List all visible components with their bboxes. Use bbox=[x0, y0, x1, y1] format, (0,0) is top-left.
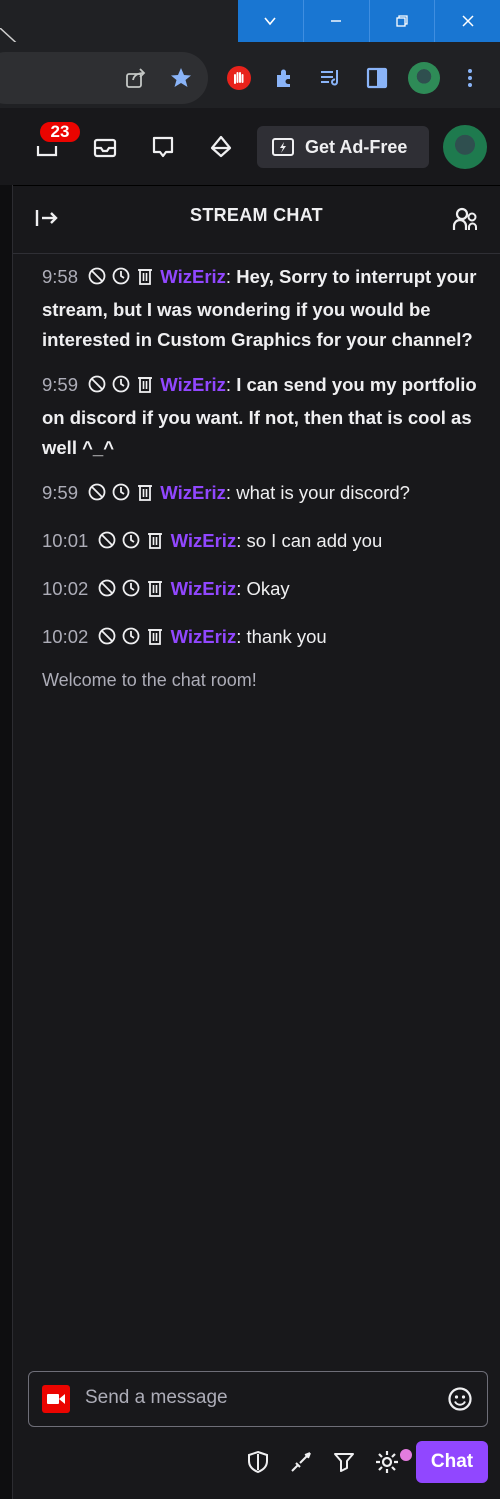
settings-notification-dot bbox=[398, 1447, 414, 1463]
timeout-icon[interactable] bbox=[121, 577, 141, 607]
menu-icon[interactable] bbox=[456, 64, 484, 92]
notification-badge: 23 bbox=[38, 120, 82, 144]
community-icon[interactable] bbox=[452, 205, 480, 238]
message-timestamp: 10:01 bbox=[42, 530, 89, 551]
timeout-icon[interactable] bbox=[111, 265, 131, 295]
message-text: Okay bbox=[246, 578, 290, 599]
ban-icon[interactable] bbox=[97, 529, 117, 559]
share-icon[interactable] bbox=[122, 64, 150, 92]
message-timestamp: 10:02 bbox=[42, 578, 89, 599]
ban-icon[interactable] bbox=[87, 373, 107, 403]
message-timestamp: 9:58 bbox=[42, 266, 79, 287]
timeout-icon[interactable] bbox=[111, 373, 131, 403]
message-username[interactable]: WizEriz bbox=[171, 578, 237, 599]
chat-send-button[interactable]: Chat bbox=[416, 1441, 488, 1483]
get-ad-free-label: Get Ad-Free bbox=[305, 136, 408, 157]
video-area-edge bbox=[0, 185, 12, 1499]
ban-icon[interactable] bbox=[97, 577, 117, 607]
timeout-icon[interactable] bbox=[121, 625, 141, 655]
message-text: Hey, Sorry to interrupt your stream, but… bbox=[42, 266, 477, 350]
settings-icon[interactable] bbox=[373, 1448, 401, 1476]
timeout-icon[interactable] bbox=[121, 529, 141, 559]
chat-message: 9:59 WizEriz: what is your discord? bbox=[42, 478, 482, 511]
star-icon[interactable] bbox=[167, 64, 195, 92]
message-timestamp: 9:59 bbox=[42, 374, 79, 395]
message-separator: : bbox=[236, 626, 247, 647]
close-icon[interactable] bbox=[434, 0, 500, 42]
message-username[interactable]: WizEriz bbox=[171, 530, 237, 551]
chat-message: 9:59 WizEriz: I can send you my portfoli… bbox=[42, 370, 482, 463]
media-queue-icon[interactable] bbox=[316, 64, 344, 92]
message-separator: : bbox=[225, 374, 237, 395]
chat-input-placeholder: Send a message bbox=[85, 1387, 228, 1408]
message-timestamp: 10:02 bbox=[42, 626, 89, 647]
prediction-icon[interactable] bbox=[330, 1448, 358, 1476]
ban-icon[interactable] bbox=[87, 265, 107, 295]
message-timestamp: 9:59 bbox=[42, 482, 79, 503]
message-text: thank you bbox=[246, 626, 327, 647]
delete-icon[interactable] bbox=[135, 265, 155, 295]
divider bbox=[12, 185, 13, 1499]
chat-message: 10:02 WizEriz: Okay bbox=[42, 574, 482, 607]
sidepanel-icon[interactable] bbox=[363, 64, 391, 92]
adblock-icon[interactable] bbox=[225, 64, 253, 92]
chat-message: 10:01 WizEriz: so I can add you bbox=[42, 526, 482, 559]
message-separator: : bbox=[236, 530, 247, 551]
chat-message: 10:02 WizEriz: thank you bbox=[42, 622, 482, 655]
get-ad-free-button[interactable]: Get Ad-Free bbox=[257, 126, 429, 168]
minimize-icon[interactable] bbox=[302, 0, 369, 42]
prime-icon[interactable] bbox=[206, 132, 236, 162]
delete-icon[interactable] bbox=[145, 577, 165, 607]
ad-free-icon bbox=[272, 138, 294, 156]
delete-icon[interactable] bbox=[145, 529, 165, 559]
message-text: what is your discord? bbox=[236, 482, 410, 503]
delete-icon[interactable] bbox=[135, 481, 155, 511]
mod-shield-icon[interactable] bbox=[244, 1448, 272, 1476]
message-separator: : bbox=[225, 482, 237, 503]
delete-icon[interactable] bbox=[135, 373, 155, 403]
timeout-icon[interactable] bbox=[111, 481, 131, 511]
welcome-message: Welcome to the chat room! bbox=[42, 670, 257, 690]
window-controls bbox=[238, 0, 500, 42]
emote-picker-icon[interactable] bbox=[446, 1385, 474, 1413]
ban-icon[interactable] bbox=[97, 625, 117, 655]
profile-avatar[interactable] bbox=[408, 62, 440, 94]
chevron-down-icon[interactable] bbox=[238, 0, 303, 42]
message-username[interactable]: WizEriz bbox=[160, 482, 226, 503]
delete-icon[interactable] bbox=[145, 625, 165, 655]
message-separator: : bbox=[225, 266, 237, 287]
ban-icon[interactable] bbox=[87, 481, 107, 511]
inbox-icon[interactable] bbox=[90, 132, 120, 162]
message-text: I can send you my portfolio on discord i… bbox=[42, 374, 477, 458]
camera-icon[interactable] bbox=[42, 1385, 70, 1413]
extensions-icon[interactable] bbox=[271, 64, 299, 92]
user-avatar[interactable] bbox=[443, 125, 487, 169]
message-separator: : bbox=[236, 578, 247, 599]
message-username[interactable]: WizEriz bbox=[160, 374, 226, 395]
message-username[interactable]: WizEriz bbox=[160, 266, 226, 287]
sword-icon[interactable] bbox=[287, 1448, 315, 1476]
chat-message-list: 9:58 WizEriz: Hey, Sorry to interrupt yo… bbox=[42, 262, 482, 691]
chat-title: STREAM CHAT bbox=[190, 205, 323, 225]
whispers-icon[interactable] bbox=[148, 132, 178, 162]
restore-icon[interactable] bbox=[368, 0, 435, 42]
message-username[interactable]: WizEriz bbox=[171, 626, 237, 647]
chat-message: 9:58 WizEriz: Hey, Sorry to interrupt yo… bbox=[42, 262, 482, 355]
message-text: so I can add you bbox=[246, 530, 383, 551]
